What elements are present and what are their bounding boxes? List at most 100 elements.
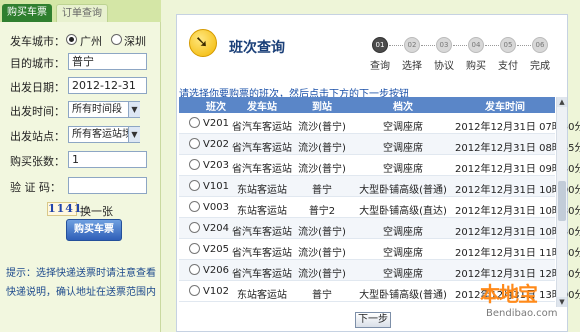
table-cell: 空调座席 [383, 122, 423, 133]
table-cell: 流沙(普宁) [298, 143, 346, 154]
table-row[interactable]: V202 省汽车客运站 流沙(普宁) 空调座席 2012年12月31日 08时55分 [179, 134, 580, 155]
table-cell: V204 [203, 223, 229, 234]
table-cell: 省汽车客运站 [232, 143, 292, 154]
row-select-radio[interactable] [189, 159, 200, 170]
table-cell: V206 [203, 265, 229, 276]
row-select-radio[interactable] [189, 180, 200, 191]
schedule-header: 班次查询 01 02 03 04 05 06 查询 选择 协议 购买 支付 完成 [177, 15, 567, 77]
city-option-guangzhou: 广州 [80, 35, 102, 48]
captcha-image: 1141 [47, 202, 83, 216]
table-row[interactable]: V204 省汽车客运站 流沙(普宁) 空调座席 2012年12月31日 10时40分 [179, 218, 580, 239]
next-step-button[interactable]: 下一步 [355, 312, 391, 328]
depart-city-row: 发车城市： 广州 深圳 [0, 30, 161, 50]
step-1-label: 查询 [370, 61, 390, 72]
col-header-depart: 发车站 [247, 102, 277, 113]
table-cell: 空调座席 [383, 248, 423, 259]
table-cell: V201 [203, 118, 229, 129]
city-radio-guangzhou[interactable] [66, 34, 77, 45]
table-cell: V003 [203, 202, 229, 213]
table-cell: 2012年12月31日 11时50分 [455, 248, 580, 259]
page-title: 班次查询 [229, 40, 285, 56]
tab-order-query[interactable]: 订单查询 [56, 4, 108, 22]
table-cell: 2012年12月31日 10时30分 [455, 206, 580, 217]
station-row: 出发站点： 所有客运站场 ▼ [0, 125, 161, 145]
chevron-down-icon[interactable]: ▼ [128, 102, 140, 117]
time-row: 出发时间： 所有时间段 ▼ [0, 100, 161, 120]
scroll-up-arrow-icon[interactable]: ▲ [557, 97, 567, 107]
table-cell: 东站客运站 [237, 206, 287, 217]
dest-city-input[interactable]: 普宁 [68, 53, 147, 70]
row-select-radio[interactable] [189, 201, 200, 212]
row-select-radio[interactable] [189, 264, 200, 275]
captcha-input[interactable] [68, 177, 147, 194]
watermark-logo: 本地宝 [480, 282, 538, 306]
table-cell: 流沙(普宁) [298, 248, 346, 259]
watermark-url: Bendibao.com [486, 308, 558, 319]
table-row[interactable]: V201 省汽车客运站 流沙(普宁) 空调座席 2012年12月31日 07时50分 [179, 113, 580, 134]
dest-city-row: 目的城市： 普宁 [0, 52, 161, 72]
ticket-form-panel: 购买车票 订单查询 发车城市： 广州 深圳 目的城市： 普宁 出发日期： 201… [0, 0, 161, 332]
captcha-label: 验 证 码： [10, 181, 61, 194]
table-cell: 流沙(普宁) [298, 122, 346, 133]
arrow-icon [189, 29, 217, 57]
row-select-radio[interactable] [189, 222, 200, 233]
table-cell: 2012年12月31日 07时50分 [455, 122, 580, 133]
table-cell: 省汽车客运站 [232, 227, 292, 238]
table-cell: 普宁2 [308, 206, 336, 217]
captcha-refresh-link[interactable]: 换一张 [80, 203, 113, 219]
city-option-shenzhen: 深圳 [124, 35, 146, 48]
table-cell: 省汽车客运站 [232, 248, 292, 259]
table-cell: 大型卧铺高级(直达) [359, 206, 447, 217]
table-scrollbar[interactable]: ▲ ▼ [556, 97, 567, 307]
tab-buy-ticket[interactable]: 购买车票 [2, 4, 52, 22]
date-label: 出发日期： [10, 81, 65, 94]
step-4-label: 购买 [466, 61, 486, 72]
table-cell: 空调座席 [383, 269, 423, 280]
count-label: 购买张数： [10, 155, 65, 168]
col-header-arrive: 到站 [312, 102, 332, 113]
table-cell: 2012年12月31日 10时40分 [455, 227, 580, 238]
depart-city-label: 发车城市： [10, 35, 65, 48]
ticket-count-input[interactable]: 1 [68, 151, 147, 168]
station-label: 出发站点： [10, 130, 65, 143]
buy-ticket-button[interactable]: 购买车票 [66, 219, 122, 241]
table-cell: 省汽车客运站 [232, 269, 292, 280]
step-3-indicator: 03 [436, 37, 452, 53]
dest-city-label: 目的城市： [10, 57, 65, 70]
step-2-indicator: 02 [404, 37, 420, 53]
table-cell: 2012年12月31日 09时40分 [455, 164, 580, 175]
scroll-thumb[interactable] [558, 181, 566, 221]
step-6-label: 完成 [530, 61, 550, 72]
col-header-class: 档次 [393, 102, 413, 113]
step-3-label: 协议 [434, 61, 454, 72]
table-cell: 2012年12月31日 08时55分 [455, 143, 580, 154]
row-select-radio[interactable] [189, 285, 200, 296]
table-cell: V202 [203, 139, 229, 150]
date-row: 出发日期： 2012-12-31 [0, 76, 161, 96]
row-select-radio[interactable] [189, 117, 200, 128]
table-cell: V203 [203, 160, 229, 171]
city-radio-shenzhen[interactable] [111, 34, 122, 45]
row-select-radio[interactable] [189, 138, 200, 149]
table-cell: 省汽车客运站 [232, 122, 292, 133]
step-6-indicator: 06 [532, 37, 548, 53]
table-row[interactable]: V205 省汽车客运站 流沙(普宁) 空调座席 2012年12月31日 11时50分 [179, 239, 580, 260]
table-row[interactable]: V003 东站客运站 普宁2 大型卧铺高级(直达) 2012年12月31日 10时30分 [179, 197, 580, 218]
chevron-down-icon[interactable]: ▼ [128, 127, 140, 142]
count-row: 购买张数： 1 [0, 150, 161, 170]
table-cell: 2012年12月31日 10时00分 [455, 185, 580, 196]
table-row[interactable]: V101 东站客运站 普宁 大型卧铺高级(普通) 2012年12月31日 10时00分 [179, 176, 580, 197]
date-input[interactable]: 2012-12-31 [68, 77, 147, 94]
captcha-row: 验 证 码： [0, 176, 161, 196]
tab-bar: 购买车票 订单查询 [0, 0, 161, 22]
table-cell: 流沙(普宁) [298, 164, 346, 175]
table-cell: 东站客运站 [237, 185, 287, 196]
table-cell: 流沙(普宁) [298, 227, 346, 238]
step-5-indicator: 05 [500, 37, 516, 53]
table-row[interactable]: V203 省汽车客运站 流沙(普宁) 空调座席 2012年12月31日 09时40分 [179, 155, 580, 176]
watermark: 本地宝 Bendibao.com [480, 278, 576, 328]
table-cell: V205 [203, 244, 229, 255]
col-header-number: 班次 [206, 102, 226, 113]
row-select-radio[interactable] [189, 243, 200, 254]
table-cell: 东站客运站 [237, 290, 287, 301]
